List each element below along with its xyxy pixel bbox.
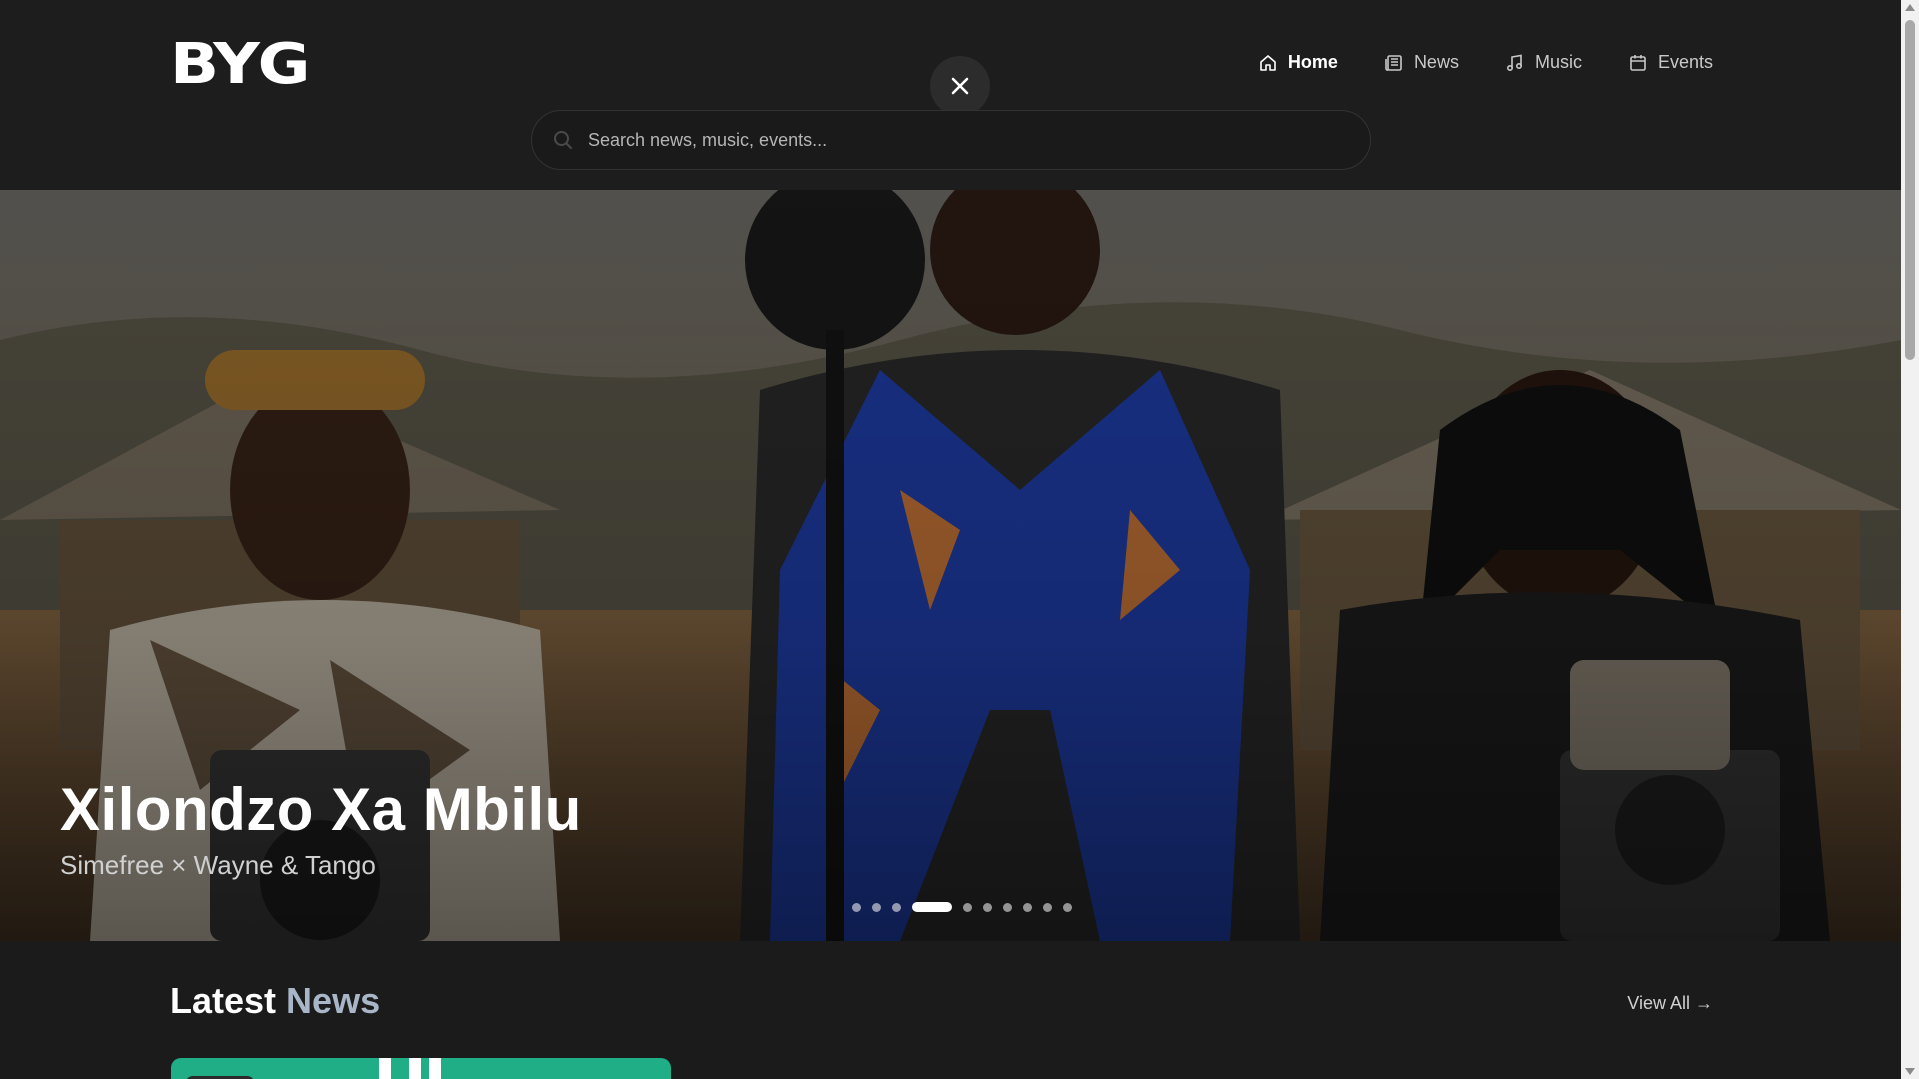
- site-header: BYG Home News Music Events Search news, …: [0, 0, 1901, 190]
- carousel-dot[interactable]: [983, 902, 992, 912]
- hero-carousel[interactable]: Xilondzo Xa Mbilu Simefree × Wayne & Tan…: [0, 190, 1901, 941]
- page: BYG Home News Music Events Search news, …: [0, 0, 1901, 1079]
- nav-label-music: Music: [1534, 52, 1582, 72]
- main-nav: Home News Music Events: [1258, 52, 1713, 73]
- close-search-button[interactable]: [930, 56, 990, 116]
- page-scrollbar[interactable]: [1901, 0, 1919, 1079]
- search-icon: [554, 131, 572, 149]
- music-note-icon: [1506, 54, 1522, 71]
- carousel-dot[interactable]: [892, 902, 901, 912]
- search-input[interactable]: [588, 129, 1348, 151]
- nav-label-events: Events: [1657, 52, 1713, 72]
- carousel-dot[interactable]: [852, 902, 861, 912]
- latest-news-heading: Latest News: [170, 980, 380, 1022]
- carousel-dot[interactable]: [963, 902, 972, 912]
- calendar-icon: [1630, 54, 1646, 71]
- carousel-dot[interactable]: [1043, 902, 1052, 912]
- scroll-down-arrow-icon[interactable]: [1905, 1068, 1915, 1075]
- carousel-dot[interactable]: [1063, 902, 1072, 912]
- nav-label-news: News: [1413, 52, 1459, 72]
- home-icon: [1260, 54, 1276, 71]
- news-card-graphic: [379, 1058, 391, 1079]
- hero-subtitle: Simefree × Wayne & Tango: [60, 850, 376, 880]
- carousel-dots: [852, 902, 1072, 912]
- scroll-up-arrow-icon[interactable]: [1905, 4, 1915, 11]
- brand-logo[interactable]: BYG: [170, 37, 310, 93]
- carousel-dot[interactable]: [1023, 902, 1032, 912]
- newspaper-icon: [1385, 54, 1402, 71]
- news-card[interactable]: [171, 1058, 671, 1079]
- carousel-dot[interactable]: [1003, 902, 1012, 912]
- nav-item-news[interactable]: News: [1384, 52, 1459, 73]
- nav-item-music[interactable]: Music: [1505, 52, 1582, 73]
- search-bar[interactable]: [531, 110, 1371, 170]
- latest-news-title-main: Latest: [170, 980, 277, 1021]
- close-icon: [951, 77, 969, 95]
- nav-label-home: Home: [1287, 52, 1338, 72]
- scrollbar-thumb[interactable]: [1905, 20, 1915, 360]
- news-card-graphic: [429, 1058, 441, 1079]
- carousel-dot[interactable]: [872, 902, 881, 912]
- news-card-graphic: [409, 1058, 421, 1079]
- nav-item-events[interactable]: Events: [1628, 52, 1713, 73]
- latest-news-title-accent: News: [286, 980, 381, 1021]
- carousel-dot-active[interactable]: [912, 902, 952, 912]
- view-all-link[interactable]: View All →: [1627, 993, 1713, 1014]
- nav-item-home[interactable]: Home: [1258, 52, 1338, 73]
- hero-title[interactable]: Xilondzo Xa Mbilu: [60, 775, 582, 844]
